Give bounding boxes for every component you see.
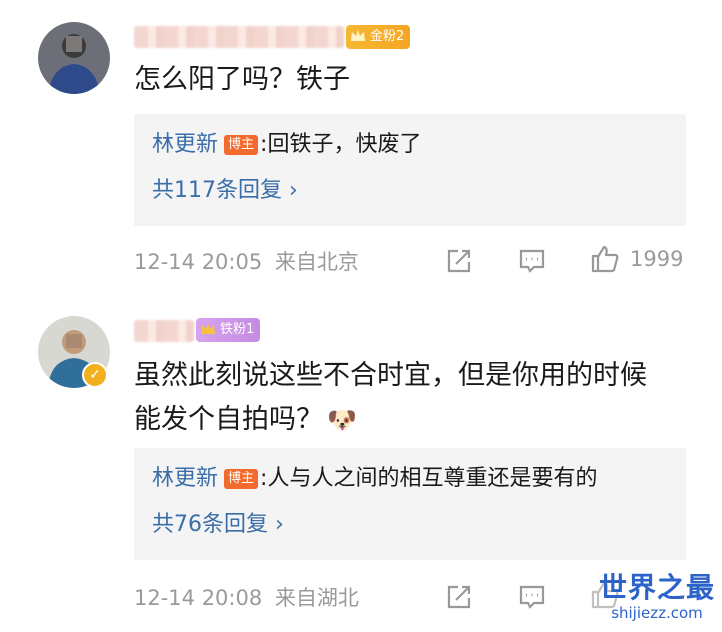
view-replies-link[interactable]: 共76条回复 › bbox=[152, 510, 284, 540]
watermark-url: shijiezz.com bbox=[611, 604, 703, 622]
comment-time: 12-14 20:08 bbox=[134, 586, 263, 610]
avatar[interactable] bbox=[38, 22, 110, 94]
reply-box[interactable]: 林更新 博主:人与人之间的相互尊重还是要有的 共76条回复 › bbox=[134, 448, 686, 560]
reply-line: 林更新 博主:回铁子，快废了 bbox=[152, 130, 421, 160]
thumbs-up-icon[interactable] bbox=[590, 244, 620, 274]
op-badge: 博主 bbox=[224, 135, 259, 155]
comment-text-line: 虽然此刻说这些不合时宜，但是你用的时候 bbox=[134, 360, 647, 391]
view-replies-link[interactable]: 共117条回复 › bbox=[152, 176, 298, 206]
comment-meta: 12-14 20:05 来自北京 bbox=[134, 246, 359, 276]
comment-time: 12-14 20:05 bbox=[134, 250, 263, 274]
doge-emoji-icon: 🐶 bbox=[327, 406, 357, 434]
fan-badge: 铁粉1 bbox=[196, 318, 261, 342]
comment-meta: 12-14 20:08 来自湖北 bbox=[134, 582, 359, 612]
watermark: 世界之最 shijiezz.com bbox=[598, 571, 716, 623]
comment-text-line: 能发个自拍吗？ 🐶 bbox=[134, 404, 357, 435]
comment-icon[interactable] bbox=[517, 246, 547, 276]
reply-content: :回铁子，快废了 bbox=[260, 132, 422, 157]
share-icon[interactable] bbox=[444, 246, 474, 276]
reply-box[interactable]: 林更新 博主:回铁子，快废了 共117条回复 › bbox=[134, 114, 686, 226]
share-icon[interactable] bbox=[444, 582, 474, 612]
comment-location: 来自湖北 bbox=[274, 586, 359, 610]
comment-text: 怎么阳了吗？铁子 bbox=[134, 64, 350, 95]
comment-icon[interactable] bbox=[517, 582, 547, 612]
verified-badge-icon: ✓ bbox=[82, 362, 108, 388]
like-count: 1999 bbox=[630, 247, 684, 271]
comment-text: 虽然此刻说这些不合时宜，但是你用的时候 能发个自拍吗？ 🐶 bbox=[134, 354, 694, 442]
op-badge: 博主 bbox=[224, 469, 259, 489]
fan-badge: 金粉2 bbox=[346, 25, 411, 49]
reply-line: 林更新 博主:人与人之间的相互尊重还是要有的 bbox=[152, 464, 597, 494]
fan-badge-label: 铁粉1 bbox=[220, 322, 255, 337]
fan-badge-label: 金粉2 bbox=[370, 29, 405, 44]
fan-crown-icon bbox=[351, 30, 365, 41]
reply-content: :人与人之间的相互尊重还是要有的 bbox=[260, 466, 598, 491]
watermark-title: 世界之最 bbox=[598, 571, 715, 604]
fan-crown-icon bbox=[201, 323, 215, 334]
reply-author[interactable]: 林更新 bbox=[152, 466, 218, 491]
comment-item: 金粉2 怎么阳了吗？铁子 林更新 博主:回铁子，快废了 共117条回复 › 12-… bbox=[0, 0, 722, 290]
reply-author[interactable]: 林更新 bbox=[152, 132, 218, 157]
username-blurred[interactable] bbox=[134, 320, 194, 342]
username-blurred[interactable] bbox=[134, 26, 344, 48]
comment-location: 来自北京 bbox=[274, 250, 359, 274]
